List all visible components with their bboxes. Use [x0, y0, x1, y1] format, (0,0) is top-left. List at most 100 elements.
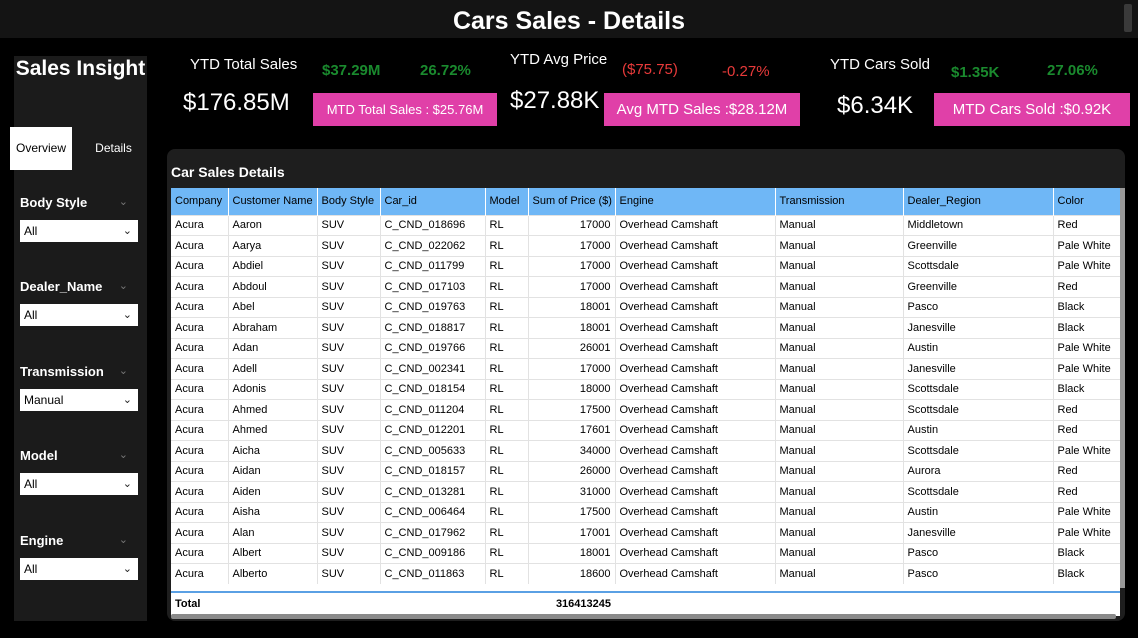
table-cell: Manual — [775, 440, 904, 461]
dealer-name-dropdown[interactable]: All ⌄ — [20, 304, 138, 326]
table-cell: Pasco — [903, 563, 1054, 584]
table-cell: Acura — [171, 235, 229, 256]
table-cell: Scottsdale — [903, 399, 1054, 420]
table-cell: 18001 — [528, 317, 616, 338]
engine-dropdown[interactable]: All ⌄ — [20, 558, 138, 580]
table-row[interactable]: Acura Albert SUV C_CND_009186 RL 18001 Overhea… — [171, 542, 1120, 564]
kpi-avg-price-value: $27.88K — [510, 87, 600, 114]
body-style-dropdown[interactable]: All ⌄ — [20, 220, 138, 242]
tab-overview[interactable]: Overview — [10, 127, 72, 170]
table-row[interactable]: Acura Ahmed SUV C_CND_011204 RL 17500 Overhead… — [171, 399, 1120, 420]
chevron-down-icon[interactable]: ⌄ — [119, 448, 128, 461]
chevron-down-icon: ⌄ — [122, 394, 132, 406]
column-header[interactable]: Engine — [615, 188, 776, 215]
table-cell: C_CND_009186 — [380, 542, 486, 564]
kpi-avg-mtd-sales: Avg MTD Sales :$28.12M — [604, 93, 800, 126]
table-row[interactable]: Acura Adell SUV C_CND_002341 RL 17000 Overhead… — [171, 358, 1120, 379]
table-cell: Manual — [775, 563, 904, 584]
table-cell: Acura — [171, 399, 229, 420]
table-cell: Black — [1053, 542, 1120, 564]
brand-title: Sales Insight — [15, 57, 146, 80]
table-cell: Manual — [775, 460, 904, 482]
column-header[interactable]: Sum of Price ($) — [528, 188, 616, 215]
table-cell: C_CND_019763 — [380, 296, 486, 318]
table-row[interactable]: Acura Abraham SUV C_CND_018817 RL 18001 Overhe… — [171, 317, 1120, 338]
chevron-down-icon: ⌄ — [122, 478, 132, 490]
table-row[interactable]: Acura Abel SUV C_CND_019763 RL 18001 Overhead … — [171, 296, 1120, 318]
table-cell: Adell — [228, 358, 318, 379]
table-cell: RL — [485, 501, 529, 523]
kpi-cars-sold-value: $6.34K — [837, 92, 914, 119]
table-row[interactable]: Acura Aisha SUV C_CND_006464 RL 17500 Overhead… — [171, 501, 1120, 523]
kpi-total-sales-pct: 26.72% — [420, 62, 471, 79]
table-cell: Acura — [171, 542, 229, 564]
table-cell: Acura — [171, 358, 229, 379]
table-cell: Overhead Camshaft — [615, 296, 776, 318]
table-cell: C_CND_013281 — [380, 481, 486, 502]
column-header[interactable]: Customer Name — [228, 188, 318, 215]
table-cell: Acura — [171, 296, 229, 318]
table-horizontal-scrollbar[interactable] — [171, 614, 1116, 619]
table-cell: Austin — [903, 419, 1054, 441]
model-dropdown[interactable]: All ⌄ — [20, 473, 138, 495]
table-cell: Manual — [775, 481, 904, 502]
table-cell: Red — [1053, 276, 1120, 297]
table-cell: RL — [485, 378, 529, 400]
table-header-row: Company Customer Name Body Style Car_id Mode… — [171, 188, 1120, 215]
table-cell: Red — [1053, 419, 1120, 441]
total-label: Total — [175, 598, 201, 610]
table-cell: Manual — [775, 276, 904, 297]
table-cell: Manual — [775, 358, 904, 379]
table-cell: Aurora — [903, 460, 1054, 482]
title-scrollbar[interactable] — [1124, 4, 1132, 32]
table-cell: Aisha — [228, 501, 318, 523]
table-cell: SUV — [317, 522, 381, 543]
table-cell: Abel — [228, 296, 318, 318]
table-cell: RL — [485, 317, 529, 338]
table-row[interactable]: Acura Abdiel SUV C_CND_011799 RL 17000 Overhea… — [171, 255, 1120, 277]
table-row[interactable]: Acura Adan SUV C_CND_019766 RL 26001 Overhead … — [171, 337, 1120, 359]
table-row[interactable]: Acura Adonis SUV C_CND_018154 RL 18000 Overhea… — [171, 378, 1120, 400]
table-cell: Overhead Camshaft — [615, 399, 776, 420]
table-row[interactable]: Acura Aidan SUV C_CND_018157 RL 26000 Overhead… — [171, 460, 1120, 482]
kpi-cars-sold-pct: 27.06% — [1047, 62, 1098, 79]
table-row[interactable]: Acura Alan SUV C_CND_017962 RL 17001 Overhead … — [171, 522, 1120, 543]
column-header[interactable]: Car_id — [380, 188, 486, 215]
table-row[interactable]: Acura Aiden SUV C_CND_013281 RL 31000 Overhead… — [171, 481, 1120, 502]
dropdown-value: All — [24, 562, 38, 576]
table-row[interactable]: Acura Aaron SUV C_CND_018696 RL 17000 Overhead… — [171, 214, 1120, 236]
chevron-down-icon[interactable]: ⌄ — [119, 279, 128, 292]
column-header[interactable]: Dealer_Region — [903, 188, 1054, 215]
tab-details[interactable]: Details — [80, 127, 147, 170]
table-cell: Overhead Camshaft — [615, 337, 776, 359]
table-row[interactable]: Acura Abdoul SUV C_CND_017103 RL 17000 Overhea… — [171, 276, 1120, 297]
table-cell: 17001 — [528, 522, 616, 543]
transmission-dropdown[interactable]: Manual ⌄ — [20, 389, 138, 411]
table-cell: Austin — [903, 337, 1054, 359]
column-header[interactable]: Transmission — [775, 188, 904, 215]
table-cell: C_CND_022062 — [380, 235, 486, 256]
column-header[interactable]: Model — [485, 188, 529, 215]
chevron-down-icon[interactable]: ⌄ — [119, 364, 128, 377]
table-cell: Overhead Camshaft — [615, 378, 776, 400]
table-cell: Janesville — [903, 522, 1054, 543]
table-vertical-scrollbar[interactable] — [1120, 188, 1125, 588]
table-cell: C_CND_011204 — [380, 399, 486, 420]
chevron-down-icon[interactable]: ⌄ — [119, 195, 128, 208]
table-cell: Abdiel — [228, 255, 318, 277]
table-row[interactable]: Acura Ahmed SUV C_CND_012201 RL 17601 Overhead… — [171, 419, 1120, 441]
column-header[interactable]: Color — [1053, 188, 1120, 215]
table-cell: Adan — [228, 337, 318, 359]
table-cell: Overhead Camshaft — [615, 481, 776, 502]
table-cell: RL — [485, 563, 529, 584]
table-row[interactable]: Acura Aicha SUV C_CND_005633 RL 34000 Overhead… — [171, 440, 1120, 461]
table-row[interactable]: Acura Alberto SUV C_CND_011863 RL 18600 Overhe… — [171, 563, 1120, 584]
column-header[interactable]: Company — [171, 188, 229, 215]
table-cell: C_CND_019766 — [380, 337, 486, 359]
table-cell: SUV — [317, 235, 381, 256]
column-header[interactable]: Body Style — [317, 188, 381, 215]
chevron-down-icon: ⌄ — [122, 563, 132, 575]
chevron-down-icon[interactable]: ⌄ — [119, 533, 128, 546]
table-row[interactable]: Acura Aarya SUV C_CND_022062 RL 17000 Overhead… — [171, 235, 1120, 256]
kpi-total-sales-value: $176.85M — [183, 89, 290, 116]
